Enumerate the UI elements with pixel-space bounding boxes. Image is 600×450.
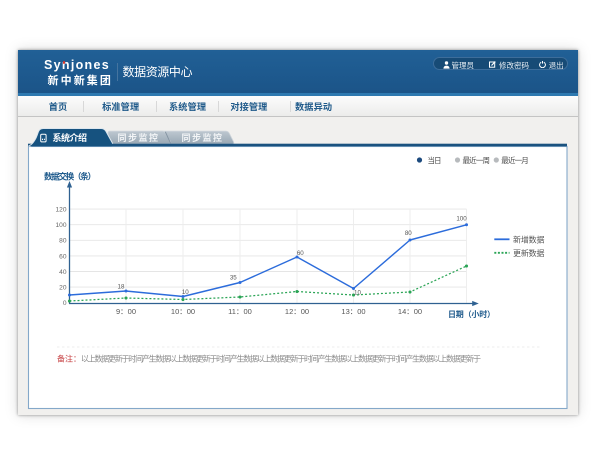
svg-text:以上数据更新于时间产生数据以上数据更新于时间产生数据以上数据: 以上数据更新于时间产生数据以上数据更新于时间产生数据以上数据更新于时间产生数据以… xyxy=(81,353,481,364)
svg-text:最近一月: 最近一月 xyxy=(501,155,529,166)
svg-text:数据交换（条）: 数据交换（条） xyxy=(44,171,96,183)
svg-text:系统介绍: 系统介绍 xyxy=(53,131,88,144)
svg-text:同步监控: 同步监控 xyxy=(182,131,223,144)
svg-text:10：00: 10：00 xyxy=(171,306,195,317)
svg-text:更新数据: 更新数据 xyxy=(513,248,545,259)
svg-text:40: 40 xyxy=(59,266,67,276)
svg-text:120: 120 xyxy=(55,204,66,214)
svg-text:0: 0 xyxy=(63,297,67,307)
svg-text:13：00: 13：00 xyxy=(341,306,365,317)
svg-text:备注：: 备注： xyxy=(57,353,81,364)
svg-text:35: 35 xyxy=(230,272,237,281)
svg-text:10: 10 xyxy=(354,287,361,296)
svg-text:14：00: 14：00 xyxy=(398,306,422,317)
svg-text:100: 100 xyxy=(456,213,467,222)
svg-text:11：00: 11：00 xyxy=(228,306,252,317)
svg-text:60: 60 xyxy=(59,250,67,260)
svg-text:80: 80 xyxy=(405,228,412,237)
svg-text:12：00: 12：00 xyxy=(285,306,309,317)
svg-text:10: 10 xyxy=(182,287,189,296)
svg-text:100: 100 xyxy=(55,219,66,229)
svg-text:60: 60 xyxy=(297,248,304,257)
svg-text:9：00: 9：00 xyxy=(116,306,136,317)
svg-text:新增数据: 新增数据 xyxy=(513,235,545,246)
svg-text:同步监控: 同步监控 xyxy=(118,131,159,144)
svg-text:当日: 当日 xyxy=(428,155,442,166)
svg-text:80: 80 xyxy=(59,235,67,245)
svg-text:最近一周: 最近一周 xyxy=(463,155,491,166)
svg-text:20: 20 xyxy=(59,282,67,292)
svg-text:18: 18 xyxy=(118,281,125,290)
svg-text:日期（小时）: 日期（小时） xyxy=(448,309,495,320)
